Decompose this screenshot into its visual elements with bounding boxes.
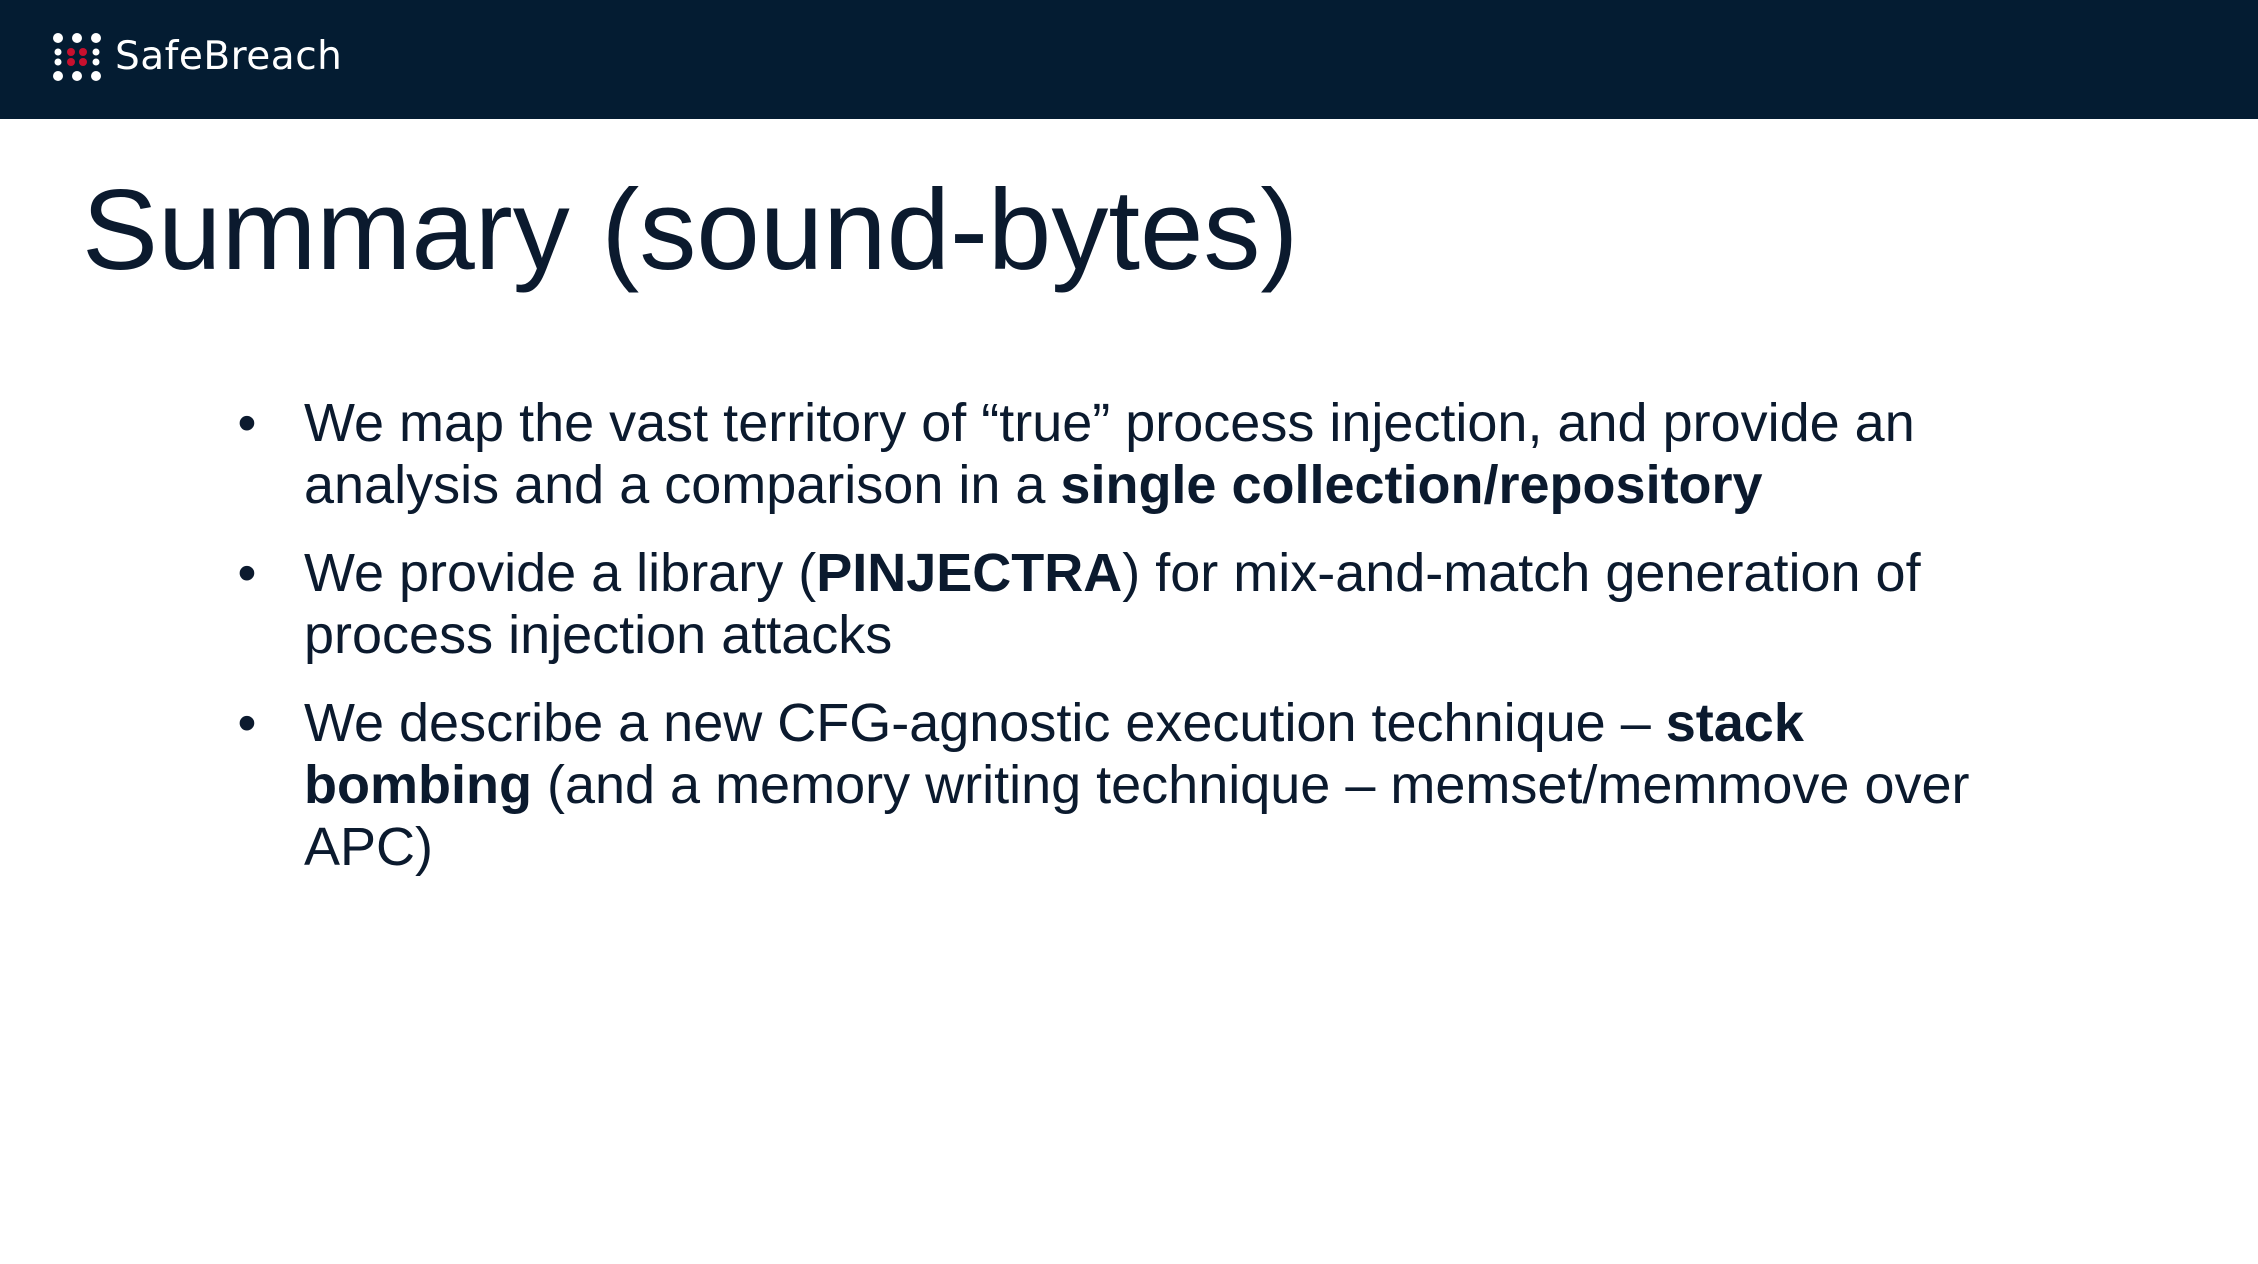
bullet-text-segment: We provide a library ( [304, 543, 817, 603]
bullet-text-segment: We describe a new CFG-agnostic execution… [304, 693, 1666, 753]
safebreach-logo: SafeBreach [51, 30, 342, 84]
bullet-item-repository: • We map the vast territory of “true” pr… [232, 392, 2012, 516]
bullet-marker: • [237, 393, 257, 453]
bullet-list: • We map the vast territory of “true” pr… [232, 392, 2012, 904]
bullet-bold-segment: PINJECTRA [816, 543, 1123, 603]
logo-text: SafeBreach [115, 34, 343, 79]
bullet-text: We map the vast territory of “true” proc… [304, 392, 2004, 516]
bullet-item-stack-bombing: • We describe a new CFG-agnostic executi… [232, 692, 2012, 878]
bullet-text: We describe a new CFG-agnostic execution… [304, 692, 2004, 878]
page-title: Summary (sound-bytes) [82, 167, 1299, 294]
bullet-text-segment: (and a memory writing technique – memset… [304, 755, 1970, 877]
slide: SafeBreach Summary (sound-bytes) • We ma… [0, 0, 2258, 1264]
header-bar: SafeBreach [0, 0, 2258, 119]
bullet-marker: • [237, 693, 257, 753]
bullet-bold-segment: single collection/repository [1060, 455, 1763, 515]
bullet-marker: • [237, 543, 257, 603]
dot-grid-logo-icon [53, 33, 101, 81]
bullet-text: We provide a library (PINJECTRA) for mix… [304, 542, 2004, 666]
bullet-item-pinjectra: • We provide a library (PINJECTRA) for m… [232, 542, 2012, 666]
